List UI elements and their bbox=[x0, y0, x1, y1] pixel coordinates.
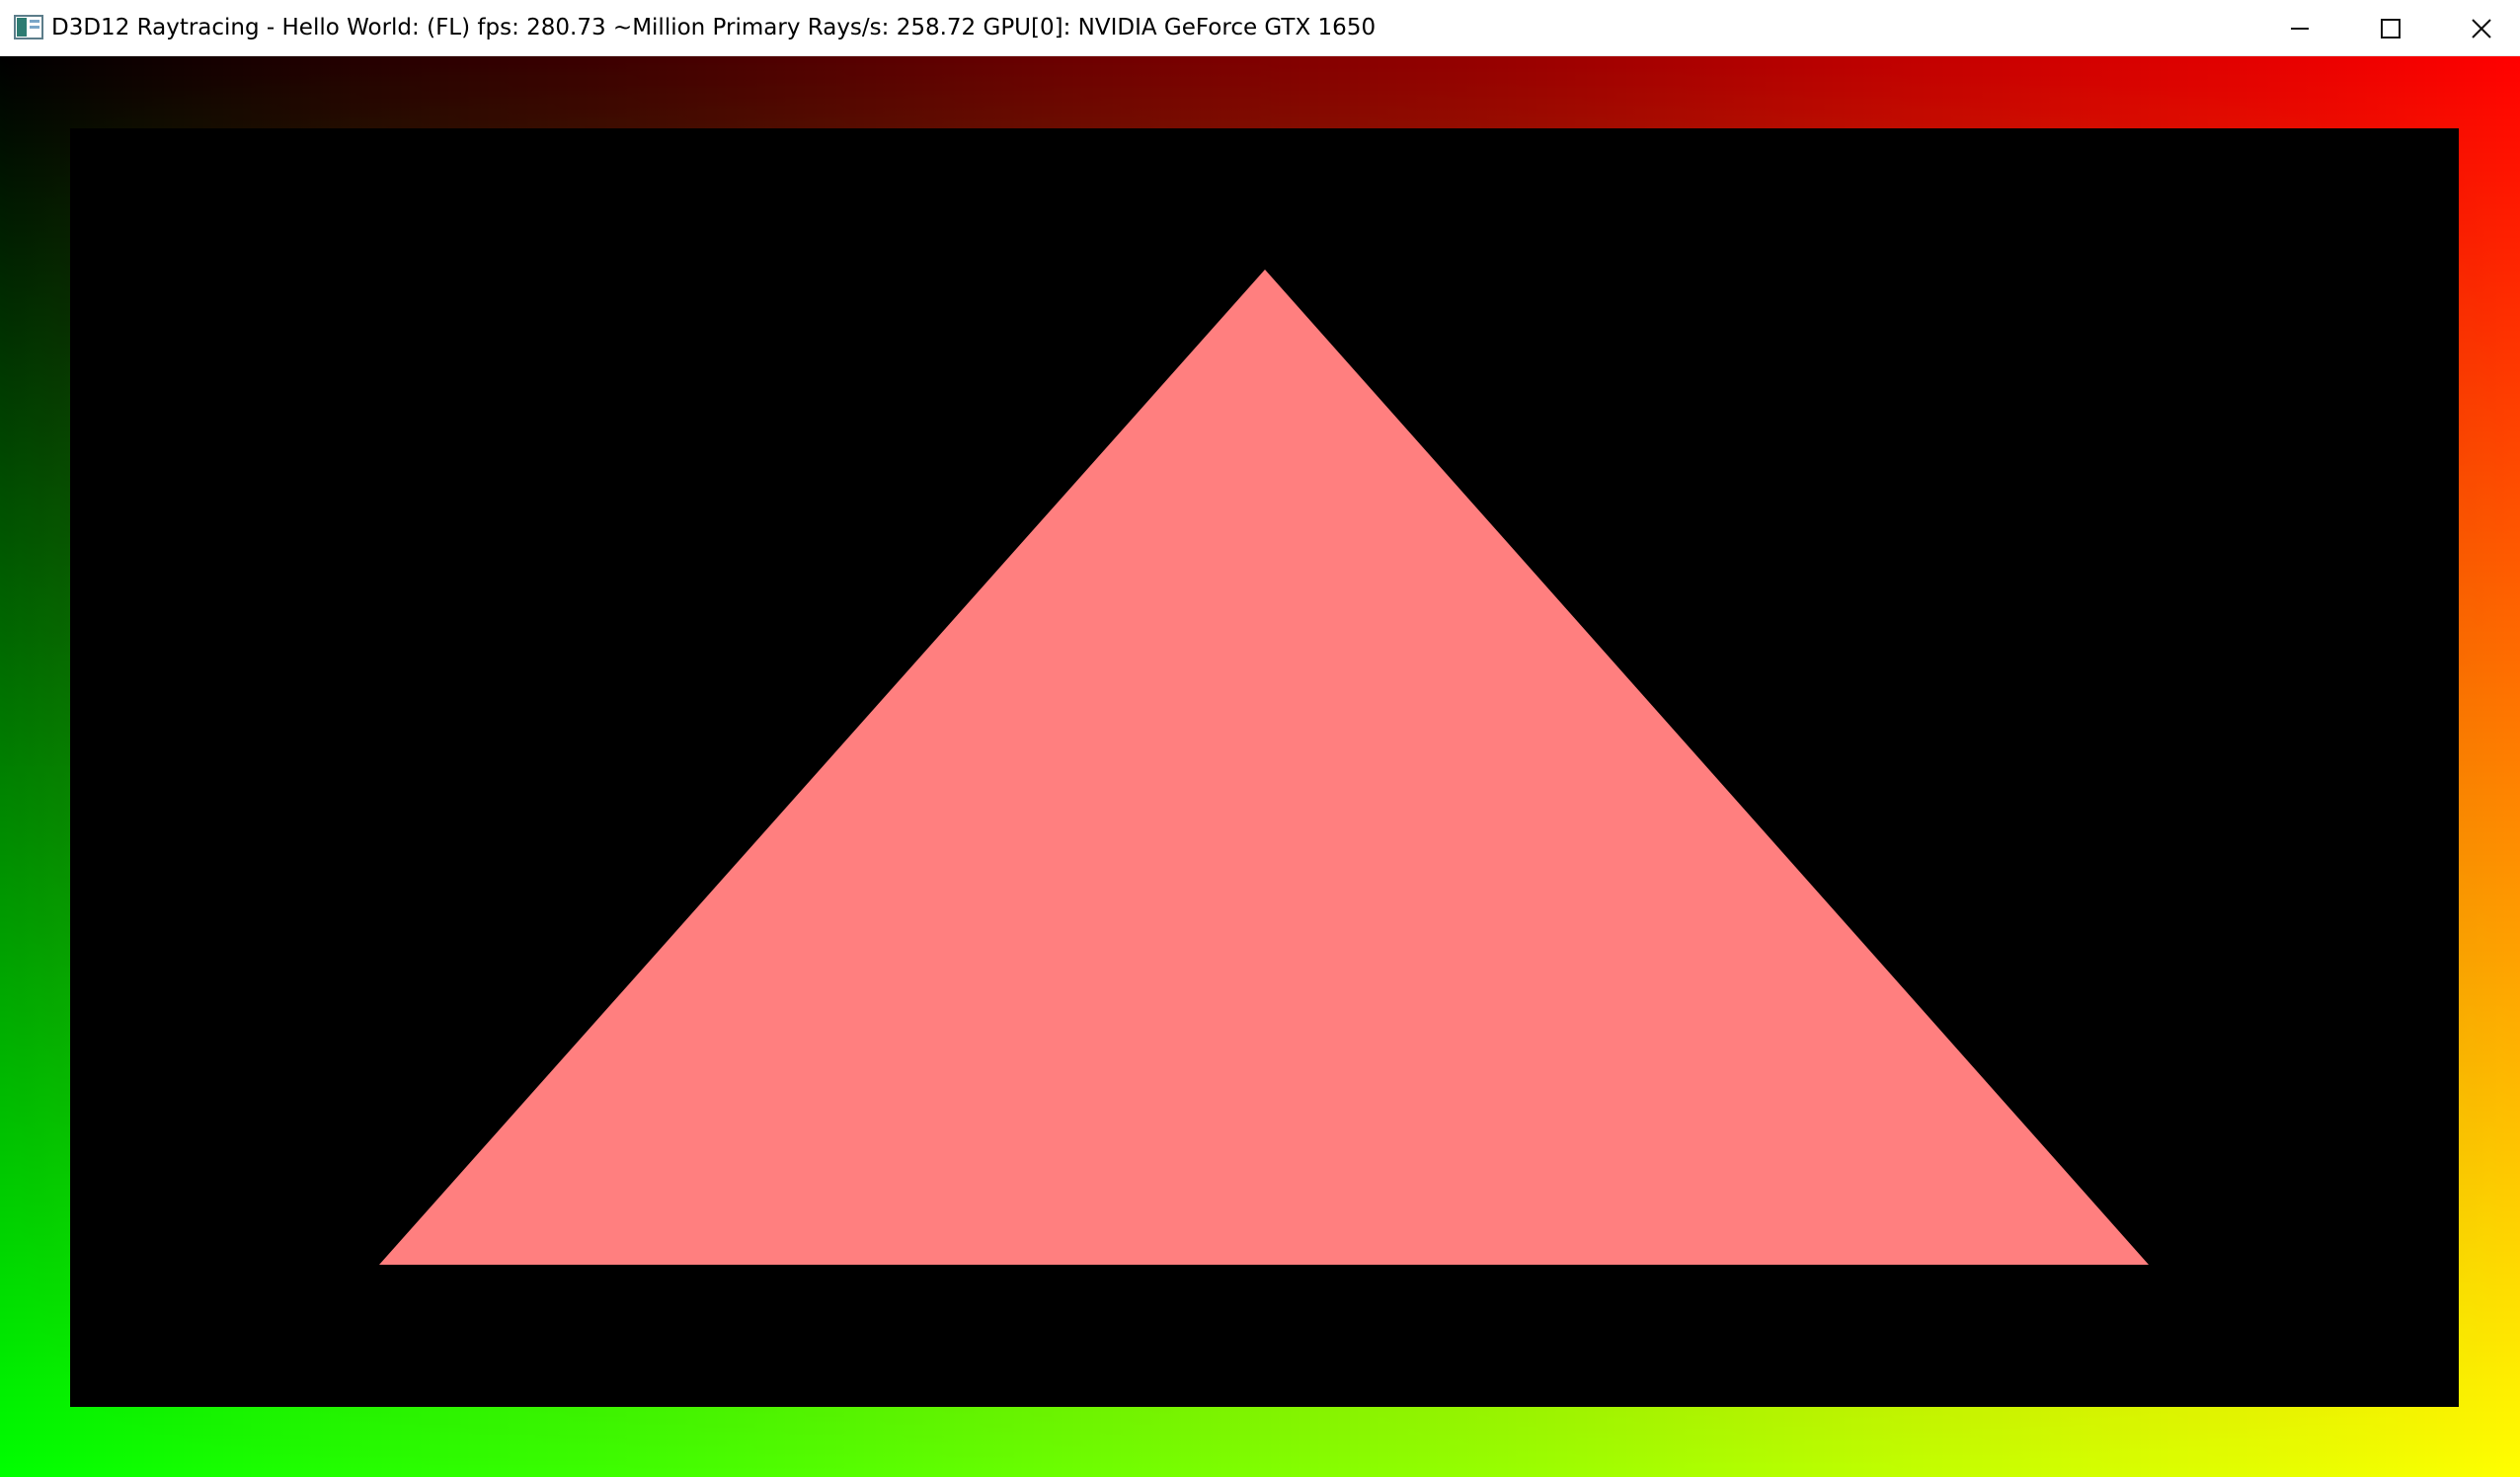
title-bar[interactable]: D3D12 Raytracing - Hello World: (FL) fps… bbox=[0, 0, 2520, 56]
raytraced-scene bbox=[0, 56, 2520, 1477]
minimize-icon bbox=[2291, 27, 2309, 30]
render-viewport bbox=[0, 56, 2520, 1477]
window-title: D3D12 Raytracing - Hello World: (FL) fps… bbox=[51, 15, 1377, 40]
app-window: D3D12 Raytracing - Hello World: (FL) fps… bbox=[0, 0, 2520, 1477]
maximize-button[interactable] bbox=[2345, 0, 2436, 56]
minimize-button[interactable] bbox=[2254, 0, 2345, 56]
close-button[interactable] bbox=[2436, 0, 2520, 56]
app-icon bbox=[14, 15, 43, 39]
maximize-icon bbox=[2381, 18, 2401, 39]
close-icon bbox=[2472, 18, 2491, 39]
